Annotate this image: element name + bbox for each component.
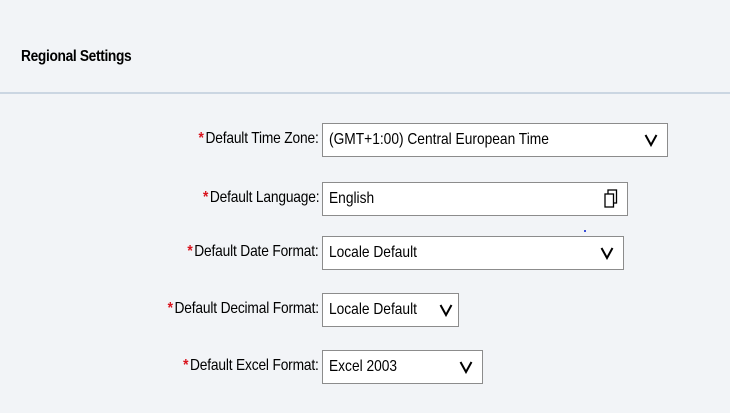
date-format-label: * Default Date Format:: [188, 243, 319, 261]
language-label-text: Default Language:: [209, 189, 319, 206]
excel-format-value: Excel 2003: [329, 358, 398, 375]
copy-icon[interactable]: [604, 189, 618, 209]
regional-settings-panel: Regional Settings * Default Time Zone: (G…: [0, 0, 730, 413]
time-zone-select[interactable]: (GMT+1:00) Central European Time: [322, 123, 668, 157]
language-value: English: [329, 190, 375, 207]
required-star: *: [167, 300, 173, 317]
excel-format-label-text: Default Excel Format:: [190, 357, 319, 374]
time-zone-value: (GMT+1:00) Central European Time: [329, 131, 549, 148]
time-zone-label: * Default Time Zone:: [199, 130, 319, 148]
required-star: *: [202, 189, 208, 206]
decimal-format-label-text: Default Decimal Format:: [174, 300, 320, 317]
chevron-down-icon[interactable]: [459, 360, 473, 374]
excel-format-row: * Default Excel Format: Excel 2003: [0, 350, 730, 384]
focus-artifact: [584, 230, 586, 232]
required-star: *: [198, 130, 205, 147]
chevron-down-icon[interactable]: [439, 303, 453, 317]
decimal-format-row: * Default Decimal Format: Locale Default: [0, 293, 730, 327]
chevron-down-icon[interactable]: [644, 133, 658, 147]
date-format-label-text: Default Date Format:: [194, 243, 319, 260]
decimal-format-label: * Default Decimal Format:: [168, 300, 319, 318]
excel-format-label: * Default Excel Format:: [183, 357, 319, 375]
date-format-value: Locale Default: [329, 244, 417, 261]
date-format-row: * Default Date Format: Locale Default: [0, 236, 730, 270]
date-format-select[interactable]: Locale Default: [322, 236, 624, 270]
language-row: * Default Language: English: [0, 182, 730, 216]
panel-title: Regional Settings: [21, 48, 132, 65]
language-label: * Default Language:: [202, 189, 320, 207]
decimal-format-value: Locale Default: [329, 301, 417, 318]
language-input[interactable]: English: [322, 182, 628, 216]
time-zone-label-text: Default Time Zone:: [205, 130, 319, 147]
excel-format-select[interactable]: Excel 2003: [322, 350, 483, 384]
time-zone-row: * Default Time Zone: (GMT+1:00) Central E…: [0, 123, 730, 157]
chevron-down-icon[interactable]: [600, 246, 614, 260]
required-star: *: [183, 357, 189, 374]
required-star: *: [187, 243, 193, 260]
decimal-format-select[interactable]: Locale Default: [322, 293, 459, 327]
panel-header: Regional Settings: [0, 0, 730, 94]
